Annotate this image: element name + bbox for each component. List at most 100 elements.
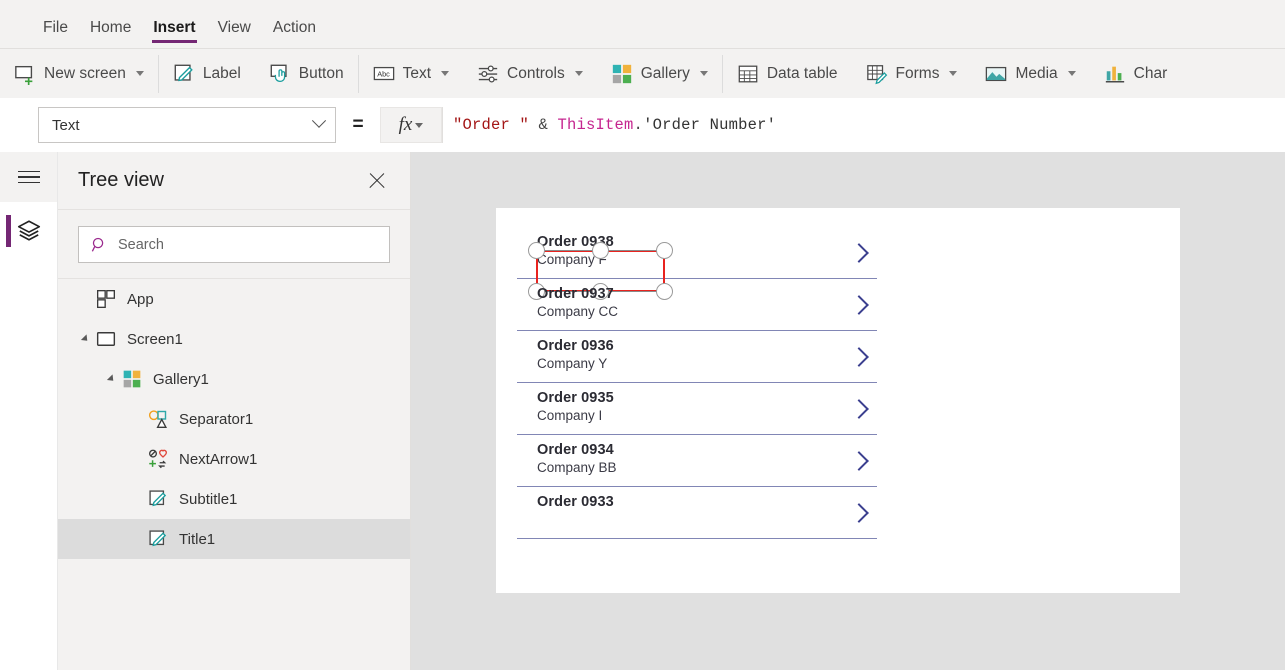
chevron-right-icon[interactable] [852, 347, 865, 367]
ribbon-gallery-button[interactable]: Gallery [597, 49, 722, 98]
tree-node-screen1[interactable]: Screen1 [58, 319, 410, 359]
rail-button-tree-view[interactable] [0, 202, 57, 260]
tree-node-label: Gallery1 [153, 370, 209, 388]
gallery-row-title: Order 0933 [537, 494, 614, 510]
triangle-icon [106, 374, 116, 384]
tree-view-panel: Tree view App Screen1 Gallery1 Separator1 Ne… [58, 152, 411, 670]
menu-bar: File Home Insert View Action [0, 0, 1285, 48]
chevron-right-icon[interactable] [852, 295, 865, 315]
label-icon [174, 64, 193, 81]
ribbon-label-button[interactable]: Label [159, 49, 255, 98]
chevron-right-icon[interactable] [852, 451, 865, 471]
gallery-row[interactable]: Order 0935 Company I [517, 383, 877, 435]
formula-token: "Order " [453, 116, 530, 134]
formula-token: . [633, 116, 644, 134]
menu-tab-file[interactable]: File [32, 19, 79, 49]
tree-node-label: Subtitle1 [179, 490, 238, 508]
app-icon [97, 290, 115, 308]
ribbon-label: Controls [507, 64, 565, 82]
search-icon [91, 237, 104, 252]
tree-node-label: App [127, 290, 154, 308]
chevron-expanded-icon[interactable] [74, 334, 96, 344]
ribbon-label: New screen [44, 64, 126, 82]
resize-handle[interactable] [592, 242, 609, 259]
charts-icon [1105, 66, 1124, 83]
label-icon [149, 490, 167, 507]
tree-node-title1[interactable]: Title1 [58, 519, 410, 559]
menu-tab-view[interactable]: View [207, 19, 262, 49]
nextarrow-icon [149, 449, 168, 469]
gallery-row[interactable]: Order 0933 [517, 487, 877, 539]
menu-tab-action[interactable]: Action [262, 19, 327, 49]
gallery-row-title: Order 0937 [537, 286, 614, 302]
svg-text:Abc: Abc [377, 69, 390, 78]
menu-tab-insert[interactable]: Insert [142, 19, 206, 49]
search-input[interactable] [118, 236, 377, 253]
canvas-area: Order 0938 Company F Order 0937 Company CC O… [411, 152, 1285, 670]
close-icon[interactable] [366, 170, 388, 192]
powerapps-studio: File Home Insert View Action New screen … [0, 0, 1285, 670]
tree-node-gallery1[interactable]: Gallery1 [58, 359, 410, 399]
tree-node-subtitle1[interactable]: Subtitle1 [58, 479, 410, 519]
chevron-right-icon[interactable] [852, 503, 865, 523]
tree-node-separator1[interactable]: Separator1 [58, 399, 410, 439]
resize-handle[interactable] [656, 242, 673, 259]
app-screen-canvas[interactable]: Order 0938 Company F Order 0937 Company CC O… [496, 208, 1180, 593]
ribbon-toolbar: New screen Label Button Abc Text Control… [0, 48, 1285, 98]
formula-input[interactable]: "Order " & ThisItem. 'Order Number' [442, 107, 1285, 143]
search-box[interactable] [78, 226, 390, 263]
menu-toggle-button[interactable] [0, 152, 57, 202]
chevron-right-icon[interactable] [852, 399, 865, 419]
ribbon-new-screen-button[interactable]: New screen [0, 49, 158, 98]
ribbon-text-button[interactable]: Abc Text [359, 49, 463, 98]
equals-sign: = [352, 114, 364, 135]
tree-node-app[interactable]: App [58, 279, 410, 319]
ribbon-label: Media [1015, 64, 1058, 82]
resize-handle[interactable] [528, 242, 545, 259]
ribbon-label: Gallery [640, 64, 690, 82]
layers-icon [17, 220, 40, 241]
ribbon-charts-button[interactable]: Char [1090, 49, 1182, 98]
ribbon-data-table-button[interactable]: Data table [723, 49, 852, 98]
media-icon [986, 66, 1007, 81]
gallery-row-title: Order 0934 [537, 442, 614, 458]
fx-button[interactable]: fx [380, 107, 442, 143]
gallery-row[interactable]: Order 0937 Company CC [517, 279, 877, 331]
chevron-right-icon[interactable] [852, 243, 865, 263]
tree-node-nextarrow1[interactable]: NextArrow1 [58, 439, 410, 479]
tree-node-label: Title1 [179, 530, 216, 548]
ribbon-media-button[interactable]: Media [971, 49, 1089, 98]
ribbon-controls-button[interactable]: Controls [463, 49, 597, 98]
new-screen-icon [15, 65, 33, 85]
gallery-icon [612, 64, 631, 83]
chevron-down-icon [441, 71, 450, 76]
controls-icon [478, 64, 498, 83]
menu-tab-home[interactable]: Home [79, 19, 142, 49]
ribbon-button-button[interactable]: Button [255, 49, 358, 98]
gallery-row[interactable]: Order 0934 Company BB [517, 435, 877, 487]
gallery-icon [123, 370, 141, 388]
gallery-row-subtitle: Company BB [537, 460, 617, 475]
tree-node-list: App Screen1 Gallery1 Separator1 NextArrow1 Su… [58, 278, 410, 559]
chevron-down-icon [574, 71, 583, 76]
forms-icon [866, 64, 887, 84]
tree-node-label: Screen1 [127, 330, 183, 348]
gallery-row[interactable]: Order 0938 Company F [517, 227, 877, 300]
gallery-row-subtitle: Company I [537, 408, 603, 423]
chevron-expanded-icon[interactable] [100, 374, 122, 384]
gallery-row[interactable]: Order 0936 Company Y [517, 331, 877, 383]
chevron-down-icon [311, 113, 327, 128]
ribbon-label: Data table [766, 64, 838, 82]
property-select-value: Text [52, 116, 80, 134]
formula-token: & [529, 116, 558, 134]
screen-icon [96, 332, 116, 346]
formula-bar: Text = fx "Order " & ThisItem. 'Order Num… [0, 98, 1285, 152]
chevron-down-icon [699, 71, 708, 76]
text-abc-icon: Abc [373, 66, 394, 80]
gallery-row-title: Order 0936 [537, 338, 614, 354]
gallery-control[interactable]: Order 0938 Company F Order 0937 Company CC O… [517, 227, 877, 545]
button-icon [270, 64, 287, 82]
property-select[interactable]: Text [38, 107, 336, 143]
ribbon-label: Button [298, 64, 344, 82]
ribbon-forms-button[interactable]: Forms [852, 49, 972, 98]
